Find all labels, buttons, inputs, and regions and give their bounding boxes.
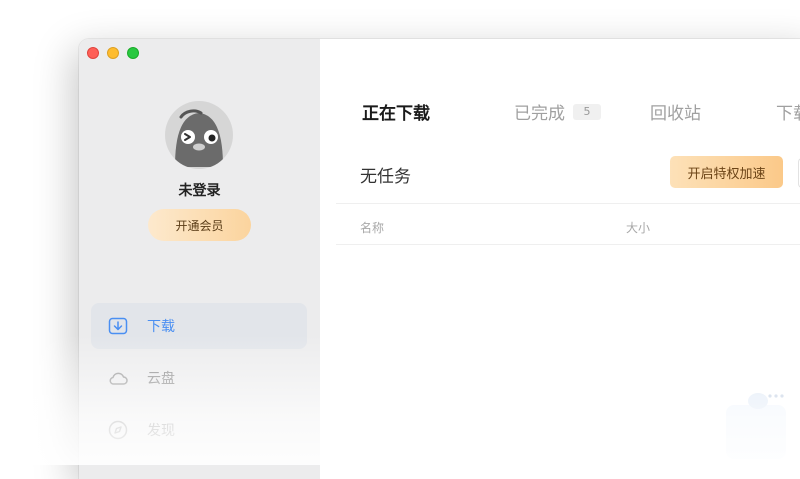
maximize-window-button[interactable] xyxy=(127,47,139,59)
divider xyxy=(336,203,800,204)
tab-label: 下载 xyxy=(776,104,800,124)
column-header-size[interactable]: 大小 xyxy=(626,219,650,236)
sidebar-nav: 下载 云盘 发现 xyxy=(91,303,307,459)
sidebar-item-label: 发现 xyxy=(147,423,175,439)
minimize-window-button[interactable] xyxy=(107,47,119,59)
main-panel: 正在下载 已完成 5 回收站 下载 无任务 开启特权加速 名称 大小 xyxy=(320,39,800,479)
tab-recycle-bin[interactable]: 回收站 xyxy=(650,99,701,124)
enable-privilege-acceleration-button[interactable]: 开启特权加速 xyxy=(670,156,783,188)
username: 未登录 xyxy=(178,183,221,199)
download-icon xyxy=(107,315,129,337)
tab-downloading[interactable]: 正在下载 xyxy=(362,99,430,124)
avatar[interactable] xyxy=(165,101,233,169)
sidebar-item-download[interactable]: 下载 xyxy=(91,303,307,349)
mascot-illustration-icon xyxy=(726,393,786,459)
mascot-avatar-icon xyxy=(175,109,223,167)
tab-completed[interactable]: 已完成 5 xyxy=(514,99,601,124)
close-window-button[interactable] xyxy=(87,47,99,59)
tab-label: 正在下载 xyxy=(362,104,430,124)
cloud-icon xyxy=(107,367,129,389)
section-title: 无任务 xyxy=(360,167,411,187)
tab-label: 已完成 xyxy=(514,104,565,124)
sidebar-item-label: 下载 xyxy=(147,319,175,335)
tab-label: 回收站 xyxy=(650,104,701,124)
compass-icon xyxy=(107,419,129,441)
tab-download-more[interactable]: 下载 xyxy=(776,99,800,124)
column-header-name[interactable]: 名称 xyxy=(360,219,384,236)
divider xyxy=(336,244,800,245)
sidebar-item-discover[interactable]: 发现 xyxy=(91,407,307,453)
sidebar: 未登录 开通会员 下载 云盘 发现 xyxy=(79,39,321,479)
open-vip-button[interactable]: 开通会员 xyxy=(148,209,251,241)
sidebar-item-cloud[interactable]: 云盘 xyxy=(91,355,307,401)
completed-count-badge: 5 xyxy=(573,103,601,120)
window-controls xyxy=(87,47,139,59)
app-window: 未登录 开通会员 下载 云盘 发现 正在下载 已完成 5 回收站 下 无任务 开… xyxy=(79,39,800,479)
tab-bar: 正在下载 已完成 5 回收站 下载 xyxy=(362,99,800,124)
sidebar-item-label: 云盘 xyxy=(147,371,175,387)
